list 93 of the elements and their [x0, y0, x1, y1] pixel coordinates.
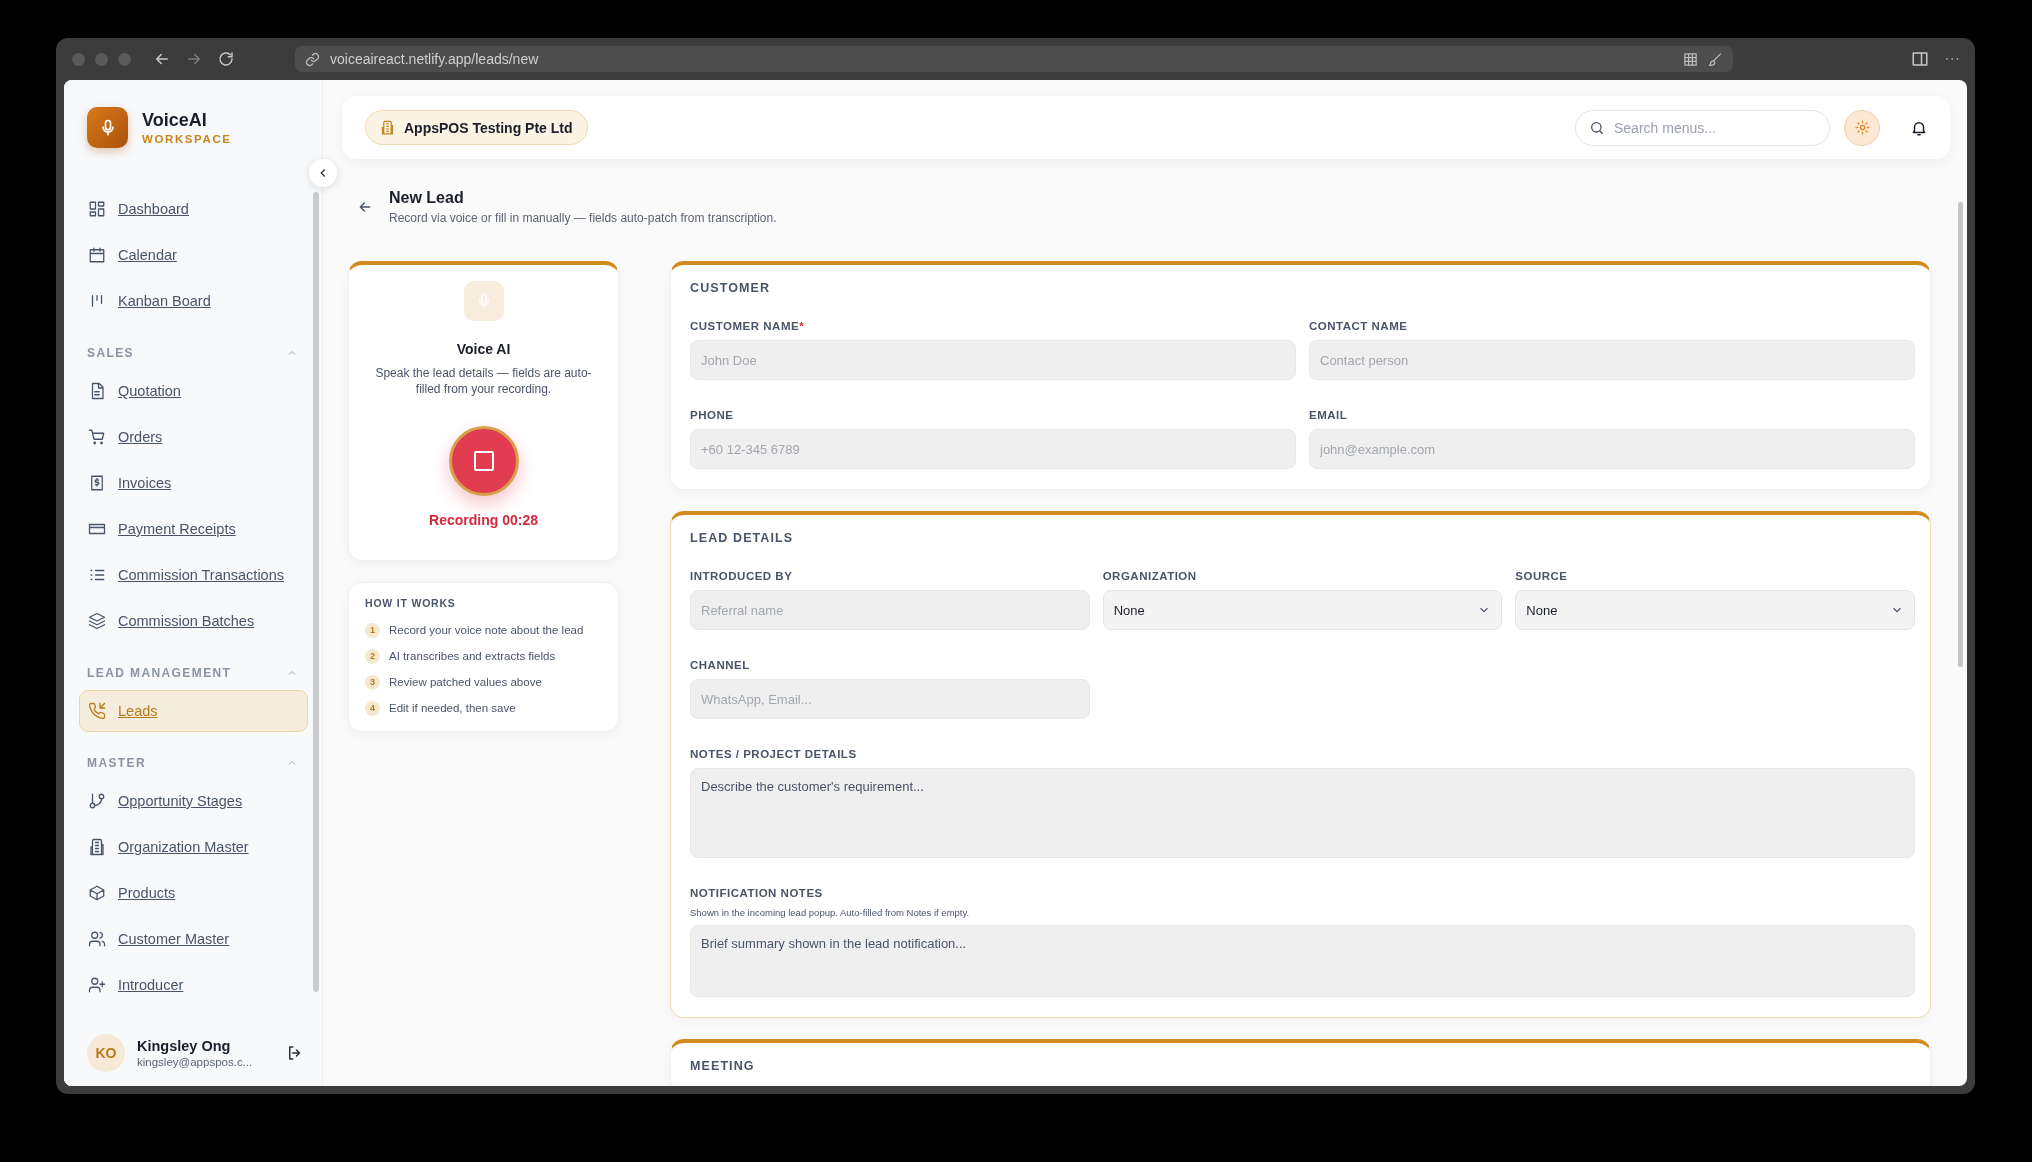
nav-link[interactable]: Quotation: [79, 370, 308, 412]
link-icon: [305, 51, 320, 67]
calendar-icon: [88, 246, 106, 264]
field-label: EMAIL: [1309, 409, 1349, 421]
branch-icon: [88, 792, 106, 810]
input-field[interactable]: John Doe: [690, 340, 1296, 380]
text-area[interactable]: Describe the customer's requirement...: [690, 768, 1915, 858]
grid-icon[interactable]: [1683, 51, 1698, 67]
step-number: 4: [365, 700, 380, 716]
page-title: New Lead: [389, 189, 465, 207]
layers-icon: [88, 612, 106, 630]
theme-toggle-button[interactable]: [1844, 109, 1880, 146]
field-label: CONTACT NAME: [1309, 320, 1409, 332]
user-email: kingsley@appspos.c...: [137, 1056, 254, 1068]
grid-icon: [88, 200, 106, 218]
box-icon: [88, 884, 106, 902]
window-control[interactable]: [72, 52, 85, 66]
step-text: Record your voice note about the lead: [389, 624, 584, 636]
nav-link[interactable]: Kanban Board: [79, 280, 308, 322]
nav-link[interactable]: Customer Master: [79, 918, 308, 960]
nav-link[interactable]: Orders: [79, 416, 308, 458]
sun-icon: [1853, 119, 1871, 136]
stop-recording-button[interactable]: [448, 426, 519, 496]
nav-link[interactable]: Commission Batches: [79, 600, 308, 642]
search-field[interactable]: Search menus...: [1575, 109, 1830, 146]
input-field[interactable]: Contact person: [1309, 340, 1915, 380]
brand-name: VoiceAI: [142, 110, 208, 131]
nav-link[interactable]: Dashboard: [79, 188, 308, 230]
field-label: SOURCE: [1515, 570, 1569, 582]
step-number: 1: [365, 622, 380, 638]
nav-link[interactable]: Products: [79, 872, 308, 914]
recording-status: Recording 00:28: [429, 512, 538, 528]
users-icon: [88, 930, 106, 948]
nav-link[interactable]: Invoices: [79, 462, 308, 504]
field-label: NOTES / PROJECT DETAILS: [690, 748, 858, 760]
back-arrow-icon[interactable]: [357, 199, 373, 215]
avatar: KO: [87, 1034, 125, 1072]
input-field[interactable]: john@example.com: [1309, 429, 1915, 469]
step-text: AI transcribes and extracts fields: [389, 650, 556, 662]
section-heading: MASTER: [87, 756, 147, 770]
card-description: Speak the lead details — fields are auto-filled from your recording.: [374, 365, 593, 397]
nav-link[interactable]: Payment Receipts: [79, 508, 308, 550]
reload-icon[interactable]: [217, 50, 235, 68]
building-icon: [88, 838, 106, 856]
field-label: NOTIFICATION NOTES: [690, 887, 824, 899]
nav-link[interactable]: Introducer: [79, 964, 308, 1006]
window-control[interactable]: [118, 52, 131, 66]
sidebar-toggle-icon[interactable]: [1911, 50, 1929, 68]
microphone-icon: [463, 281, 504, 321]
user-name: Kingsley Ong: [137, 1038, 232, 1054]
step-number: 2: [365, 648, 380, 664]
field-label: ORGANIZATION: [1102, 570, 1198, 582]
address-bar[interactable]: voiceaireact.netlify.app/leads/new: [295, 46, 1733, 72]
text-area[interactable]: Brief summary shown in the lead notification...: [690, 925, 1915, 997]
dropdown[interactable]: None: [1102, 590, 1503, 630]
field-label: CUSTOMER NAME*: [690, 320, 806, 332]
page-subtitle: Record via voice or fill in manually — fields auto-patch from transcription.: [389, 211, 777, 225]
microphone-logo-icon: [87, 107, 128, 148]
step-text: Review patched values above: [389, 676, 542, 688]
receipt-icon: [88, 474, 106, 492]
cart-icon: [88, 428, 106, 446]
brand-subtitle: WORKSPACE: [142, 133, 232, 145]
section-title: CUSTOMER: [690, 281, 772, 295]
field-label: PHONE: [690, 409, 735, 421]
section-heading: SALES: [87, 346, 134, 360]
nav-link[interactable]: Calendar: [79, 234, 308, 276]
nav-link[interactable]: Opportunity Stages: [79, 780, 308, 822]
nav-link[interactable]: Organization Master: [79, 826, 308, 868]
scrollbar[interactable]: [1958, 202, 1963, 667]
window-control[interactable]: [95, 52, 108, 66]
search-icon: [1589, 119, 1605, 136]
card-title: HOW IT WORKS: [365, 597, 457, 609]
building-icon: [380, 120, 395, 135]
field-hint: Shown in the incoming lead popup. Auto-filled from Notes if empty.: [690, 907, 971, 918]
input-field[interactable]: Referral name: [690, 590, 1090, 630]
scrollbar[interactable]: [313, 192, 319, 992]
dropdown[interactable]: None: [1515, 590, 1915, 630]
card-title: Voice AI: [456, 341, 511, 357]
field-label: CHANNEL: [690, 659, 751, 671]
section-heading: LEAD MANAGEMENT: [87, 666, 232, 680]
input-field[interactable]: WhatsApp, Email...: [690, 679, 1090, 719]
nav-link[interactable]: Commission Transactions: [79, 554, 308, 596]
field-label: INTRODUCED BY: [690, 570, 794, 582]
section-title: MEETING: [690, 1059, 756, 1073]
section-title: LEAD DETAILS: [690, 531, 795, 545]
input-field[interactable]: +60 12-345 6789: [690, 429, 1296, 469]
brush-icon[interactable]: [1708, 51, 1723, 67]
user-plus-icon: [88, 976, 106, 994]
phone-icon: [88, 702, 106, 720]
step-number: 3: [365, 674, 380, 690]
organization-selector[interactable]: AppsPOS Testing Pte Ltd: [365, 110, 588, 145]
collapse-sidebar-button[interactable]: [309, 159, 337, 187]
step-text: Edit if needed, then save: [389, 702, 516, 714]
